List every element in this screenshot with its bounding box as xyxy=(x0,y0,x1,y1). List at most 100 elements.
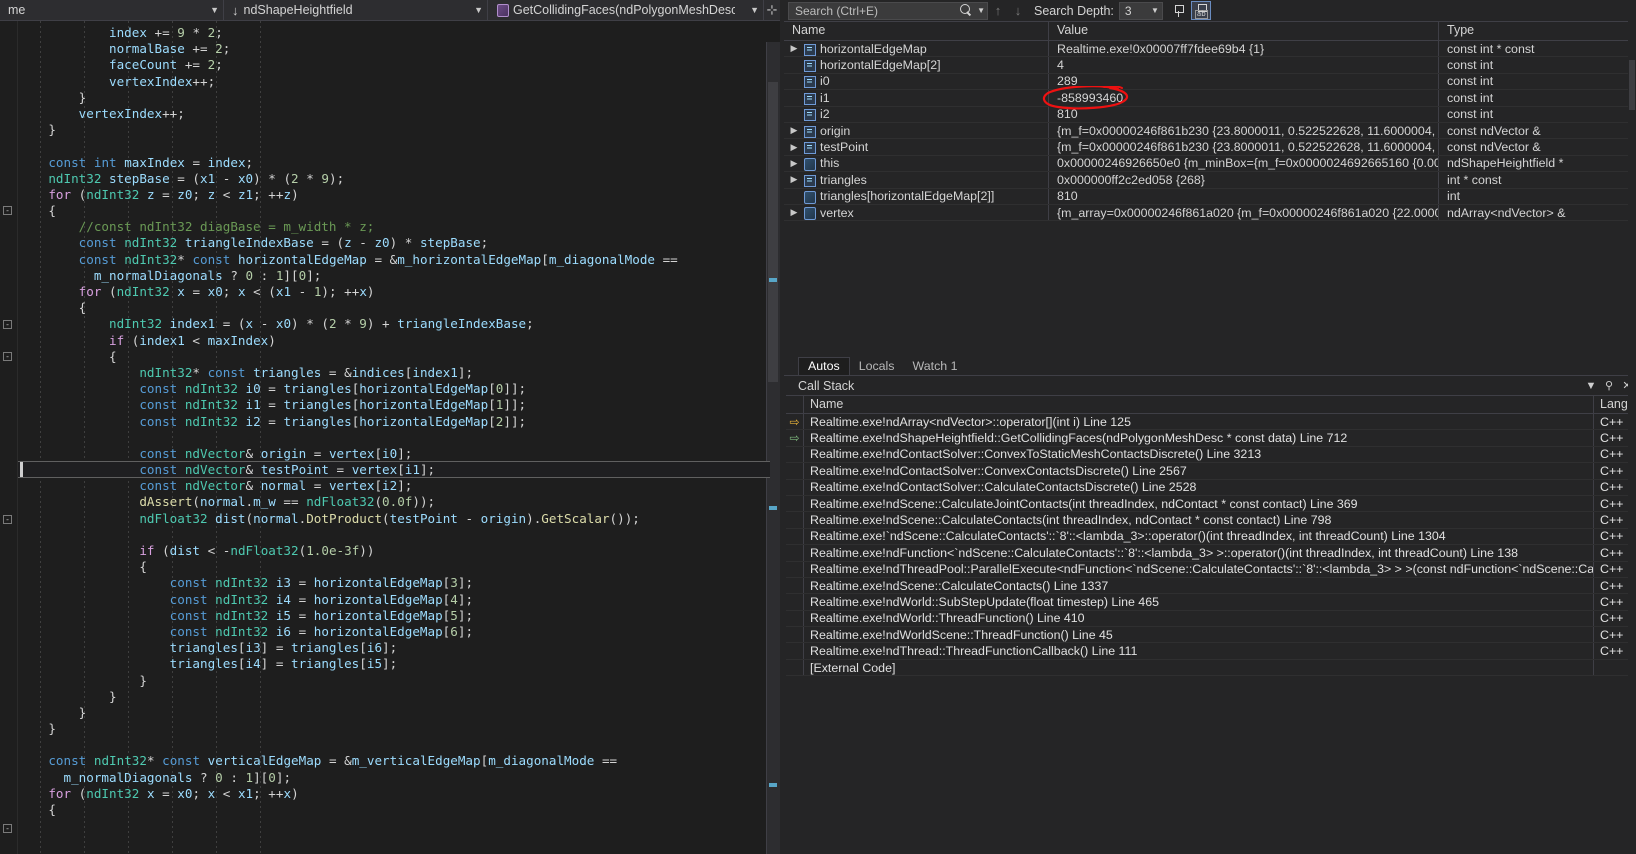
autos-variable-name: i2 xyxy=(820,107,830,122)
autos-row[interactable]: ▶ horizontalEdgeMap[2] 4const int xyxy=(784,57,1636,74)
autos-variable-value[interactable]: 289 xyxy=(1049,73,1439,90)
column-header-type[interactable]: Type xyxy=(1439,22,1636,40)
autos-variable-value[interactable]: 810 xyxy=(1049,188,1439,204)
autos-row[interactable]: ▶ i1 -858993460const int xyxy=(784,90,1636,107)
expand-chevron-icon[interactable]: ▶ xyxy=(788,175,800,184)
scope-dropdown[interactable]: me ▼ xyxy=(0,0,224,20)
autos-variable-value[interactable]: Realtime.exe!0x00007ff7fdee69b4 {1} xyxy=(1049,41,1439,57)
autos-variable-value[interactable]: 0x000000ff2c2ed058 {268} xyxy=(1049,172,1439,188)
split-view-icon[interactable]: ⊹ xyxy=(764,0,780,20)
call-stack-row[interactable]: Realtime.exe!ndScene::CalculateJointCont… xyxy=(786,495,1636,513)
collapse-region-icon[interactable]: - xyxy=(3,352,12,361)
member-dropdown[interactable]: GetCollidingFaces(ndPolygonMeshDesc * co… xyxy=(488,0,764,20)
call-stack-row-marker xyxy=(786,495,804,512)
search-input-placeholder: Search (Ctrl+E) xyxy=(795,3,879,18)
call-stack-row[interactable]: Realtime.exe!ndWorldScene::ThreadFunctio… xyxy=(786,627,1636,644)
member-dropdown-label: GetCollidingFaces(ndPolygonMeshDesc * co… xyxy=(513,3,736,17)
autos-variable-value[interactable]: {m_f=0x00000246f861b230 {23.8000011, 0.5… xyxy=(1049,139,1439,155)
autos-row[interactable]: ▶ origin {m_f=0x00000246f861b230 {23.80000… xyxy=(784,122,1636,140)
scrollbar-thumb[interactable] xyxy=(1629,60,1635,110)
autos-variable-value[interactable]: {m_f=0x00000246f861b230 {23.8000011, 0.5… xyxy=(1049,122,1439,139)
code-line: m_normalDiagonals ? 0 : 1][0]; xyxy=(93,267,322,283)
chevron-down-icon[interactable]: ▼ xyxy=(977,6,985,15)
autos-row[interactable]: ▶ testPoint {m_f=0x00000246f861b230 {23.80… xyxy=(784,139,1636,156)
column-header-value[interactable]: Value xyxy=(1049,22,1439,40)
tab-locals[interactable]: Locals xyxy=(850,358,904,375)
collapse-region-icon[interactable]: - xyxy=(3,206,12,215)
code-line: const ndInt32 i2 = triangles[horizontalE… xyxy=(139,413,527,429)
autos-variable-value[interactable]: 0x00000246926650e0 {m_minBox={m_f=0x0000… xyxy=(1049,155,1439,172)
call-stack-row[interactable]: Realtime.exe!ndFunction<`ndScene::Calcul… xyxy=(786,545,1636,562)
autos-variable-value[interactable]: 810 xyxy=(1049,106,1439,122)
autos-variable-type: ndShapeHeightfield * xyxy=(1439,155,1636,172)
column-header-name[interactable]: Name xyxy=(784,22,1049,40)
visual-studio-debugger-window: me ▼ ↓ ndShapeHeightfield ▼ GetColliding… xyxy=(0,0,1636,854)
expand-chevron-icon[interactable]: ▶ xyxy=(788,126,800,135)
type-dropdown[interactable]: ↓ ndShapeHeightfield ▼ xyxy=(224,0,488,20)
column-header-name[interactable]: Name xyxy=(804,396,1594,413)
call-stack-row[interactable]: Realtime.exe!ndThreadPool::ParallelExecu… xyxy=(786,561,1636,578)
code-line: for (ndInt32 x = x0; x < x1; ++x) xyxy=(48,785,299,801)
autos-row[interactable]: ▶ vertex {m_array=0x00000246f861a020 {m_f=… xyxy=(784,204,1636,222)
show-raw-values-button[interactable] xyxy=(1190,1,1211,20)
call-stack-row[interactable]: [External Code] xyxy=(786,659,1636,677)
code-line: ndInt32 index1 = (x - x0) * (2 * 9) + tr… xyxy=(109,316,534,332)
autos-row[interactable]: ▶ this 0x00000246926650e0 {m_minBox={m_f=0… xyxy=(784,155,1636,173)
code-line: vertexIndex++; xyxy=(78,105,185,121)
code-scroll-region[interactable]: index += 9 * 2; normalBase += 2; faceCou… xyxy=(18,21,780,854)
search-icon[interactable] xyxy=(960,4,973,17)
expand-chevron-icon[interactable]: ▶ xyxy=(788,208,800,217)
breakpoint-margin[interactable]: - - - - - xyxy=(0,21,18,854)
autos-row[interactable]: ▶ triangles 0x000000ff2c2ed058 {268} int * … xyxy=(784,172,1636,189)
source-code[interactable]: index += 9 * 2; normalBase += 2; faceCou… xyxy=(18,21,780,818)
autos-row[interactable]: ▶ i2 810const int xyxy=(784,106,1636,123)
pin-icon[interactable]: ⚲ xyxy=(1600,379,1618,392)
code-line: const ndInt32 i6 = horizontalEdgeMap[6]; xyxy=(169,623,474,639)
autos-variable-name: horizontalEdgeMap[2] xyxy=(820,58,941,73)
tab-autos[interactable]: Autos xyxy=(798,357,850,375)
call-stack-row[interactable]: Realtime.exe!ndScene::CalculateContacts(… xyxy=(786,577,1636,595)
pin-search-button[interactable] xyxy=(1167,1,1187,20)
expand-chevron-icon[interactable]: ▶ xyxy=(788,44,800,53)
editor-navigation-bar: me ▼ ↓ ndShapeHeightfield ▼ GetColliding… xyxy=(0,0,780,21)
expand-chevron-icon[interactable]: ▶ xyxy=(788,142,800,152)
autos-row-name-cell: ▶ testPoint xyxy=(784,139,1049,155)
search-depth-dropdown[interactable]: 3 ▼ xyxy=(1118,1,1163,20)
call-stack-row[interactable]: Realtime.exe!ndContactSolver::CalculateC… xyxy=(786,479,1636,496)
call-stack-frame-name: Realtime.exe!ndThreadPool::ParallelExecu… xyxy=(804,561,1594,577)
autos-row[interactable]: ▶ triangles[horizontalEdgeMap[2]] 810int xyxy=(784,188,1636,205)
search-previous-button[interactable]: ↑ xyxy=(988,3,1008,18)
chevron-down-icon[interactable]: ▼ xyxy=(1582,380,1600,392)
call-stack-row[interactable]: Realtime.exe!ndContactSolver::ConvexToSt… xyxy=(786,446,1636,464)
call-stack-row[interactable]: Realtime.exe!ndThread::ThreadFunctionCal… xyxy=(786,643,1636,660)
collapse-region-icon[interactable]: - xyxy=(3,824,12,833)
call-stack-row-marker: ⇨ xyxy=(786,430,804,446)
code-line: } xyxy=(18,672,147,688)
call-stack-row[interactable]: Realtime.exe!ndScene::CalculateContacts(… xyxy=(786,512,1636,529)
variable-hex-icon xyxy=(803,190,816,204)
call-stack-row-marker xyxy=(786,528,804,545)
autos-variable-value[interactable]: 4 xyxy=(1049,57,1439,73)
right-pane-scrollbar[interactable] xyxy=(1628,0,1636,854)
expand-chevron-icon[interactable]: ▶ xyxy=(788,158,800,168)
code-line: normalBase += 2; xyxy=(109,41,231,57)
autos-variable-value[interactable]: {m_array=0x00000246f861a020 {m_f=0x00000… xyxy=(1049,204,1439,221)
collapse-region-icon[interactable]: - xyxy=(3,515,12,524)
autos-row[interactable]: ▶ i0 289const int xyxy=(784,73,1636,91)
call-stack-frame-name: Realtime.exe!ndFunction<`ndScene::Calcul… xyxy=(804,545,1594,561)
call-stack-row[interactable]: Realtime.exe!ndContactSolver::ConvexCont… xyxy=(786,463,1636,480)
call-stack-row[interactable]: ⇨ Realtime.exe!ndArray<ndVector>::operato… xyxy=(786,414,1636,431)
call-stack-row[interactable]: Realtime.exe!ndWorld::ThreadFunction() L… xyxy=(786,610,1636,628)
autos-variable-value[interactable]: -858993460 xyxy=(1049,90,1439,106)
call-stack-row[interactable]: Realtime.exe!ndWorld::SubStepUpdate(floa… xyxy=(786,594,1636,611)
call-stack-row-marker xyxy=(786,594,804,610)
collapse-region-icon[interactable]: - xyxy=(3,320,12,329)
tab-watch-1[interactable]: Watch 1 xyxy=(904,358,967,375)
call-stack-row[interactable]: ⇨ Realtime.exe!ndShapeHeightfield::GetCol… xyxy=(786,430,1636,447)
call-stack-row[interactable]: Realtime.exe!`ndScene::CalculateContacts… xyxy=(786,528,1636,546)
call-stack-grid: Name Lang ⇨ Realtime.exe!ndArray<ndVector… xyxy=(786,395,1636,854)
search-next-button[interactable]: ↓ xyxy=(1008,3,1028,18)
autos-row[interactable]: ▶ horizontalEdgeMap Realtime.exe!0x00007ff… xyxy=(784,41,1636,58)
search-input[interactable]: Search (Ctrl+E) ▼ xyxy=(788,1,988,20)
call-stack-frame-name: Realtime.exe!ndScene::CalculateContacts(… xyxy=(804,577,1594,594)
